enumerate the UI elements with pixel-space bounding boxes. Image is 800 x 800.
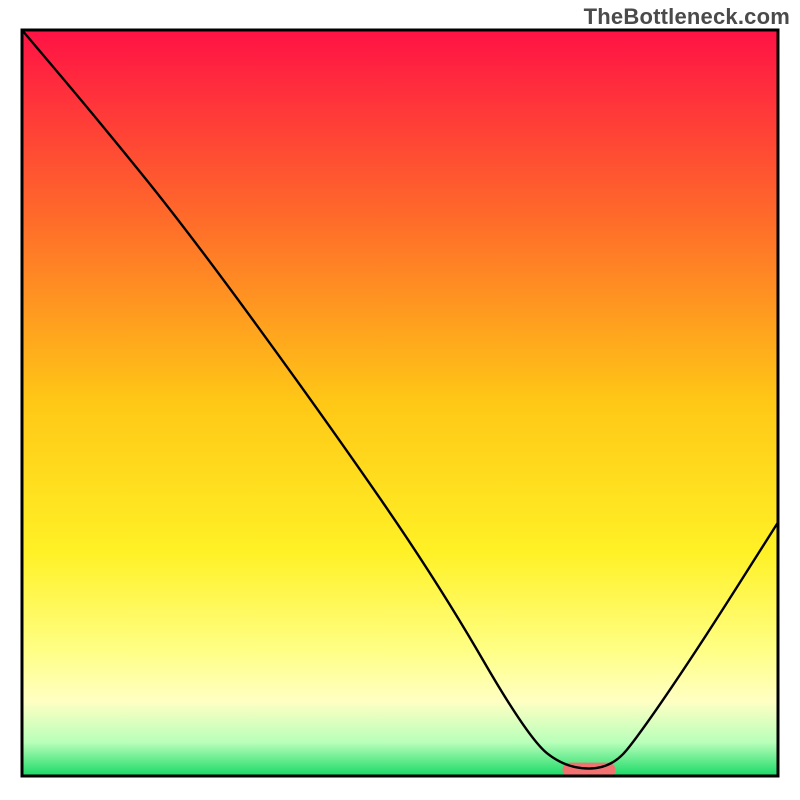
plot-background (22, 30, 778, 776)
bottleneck-chart (0, 0, 800, 800)
